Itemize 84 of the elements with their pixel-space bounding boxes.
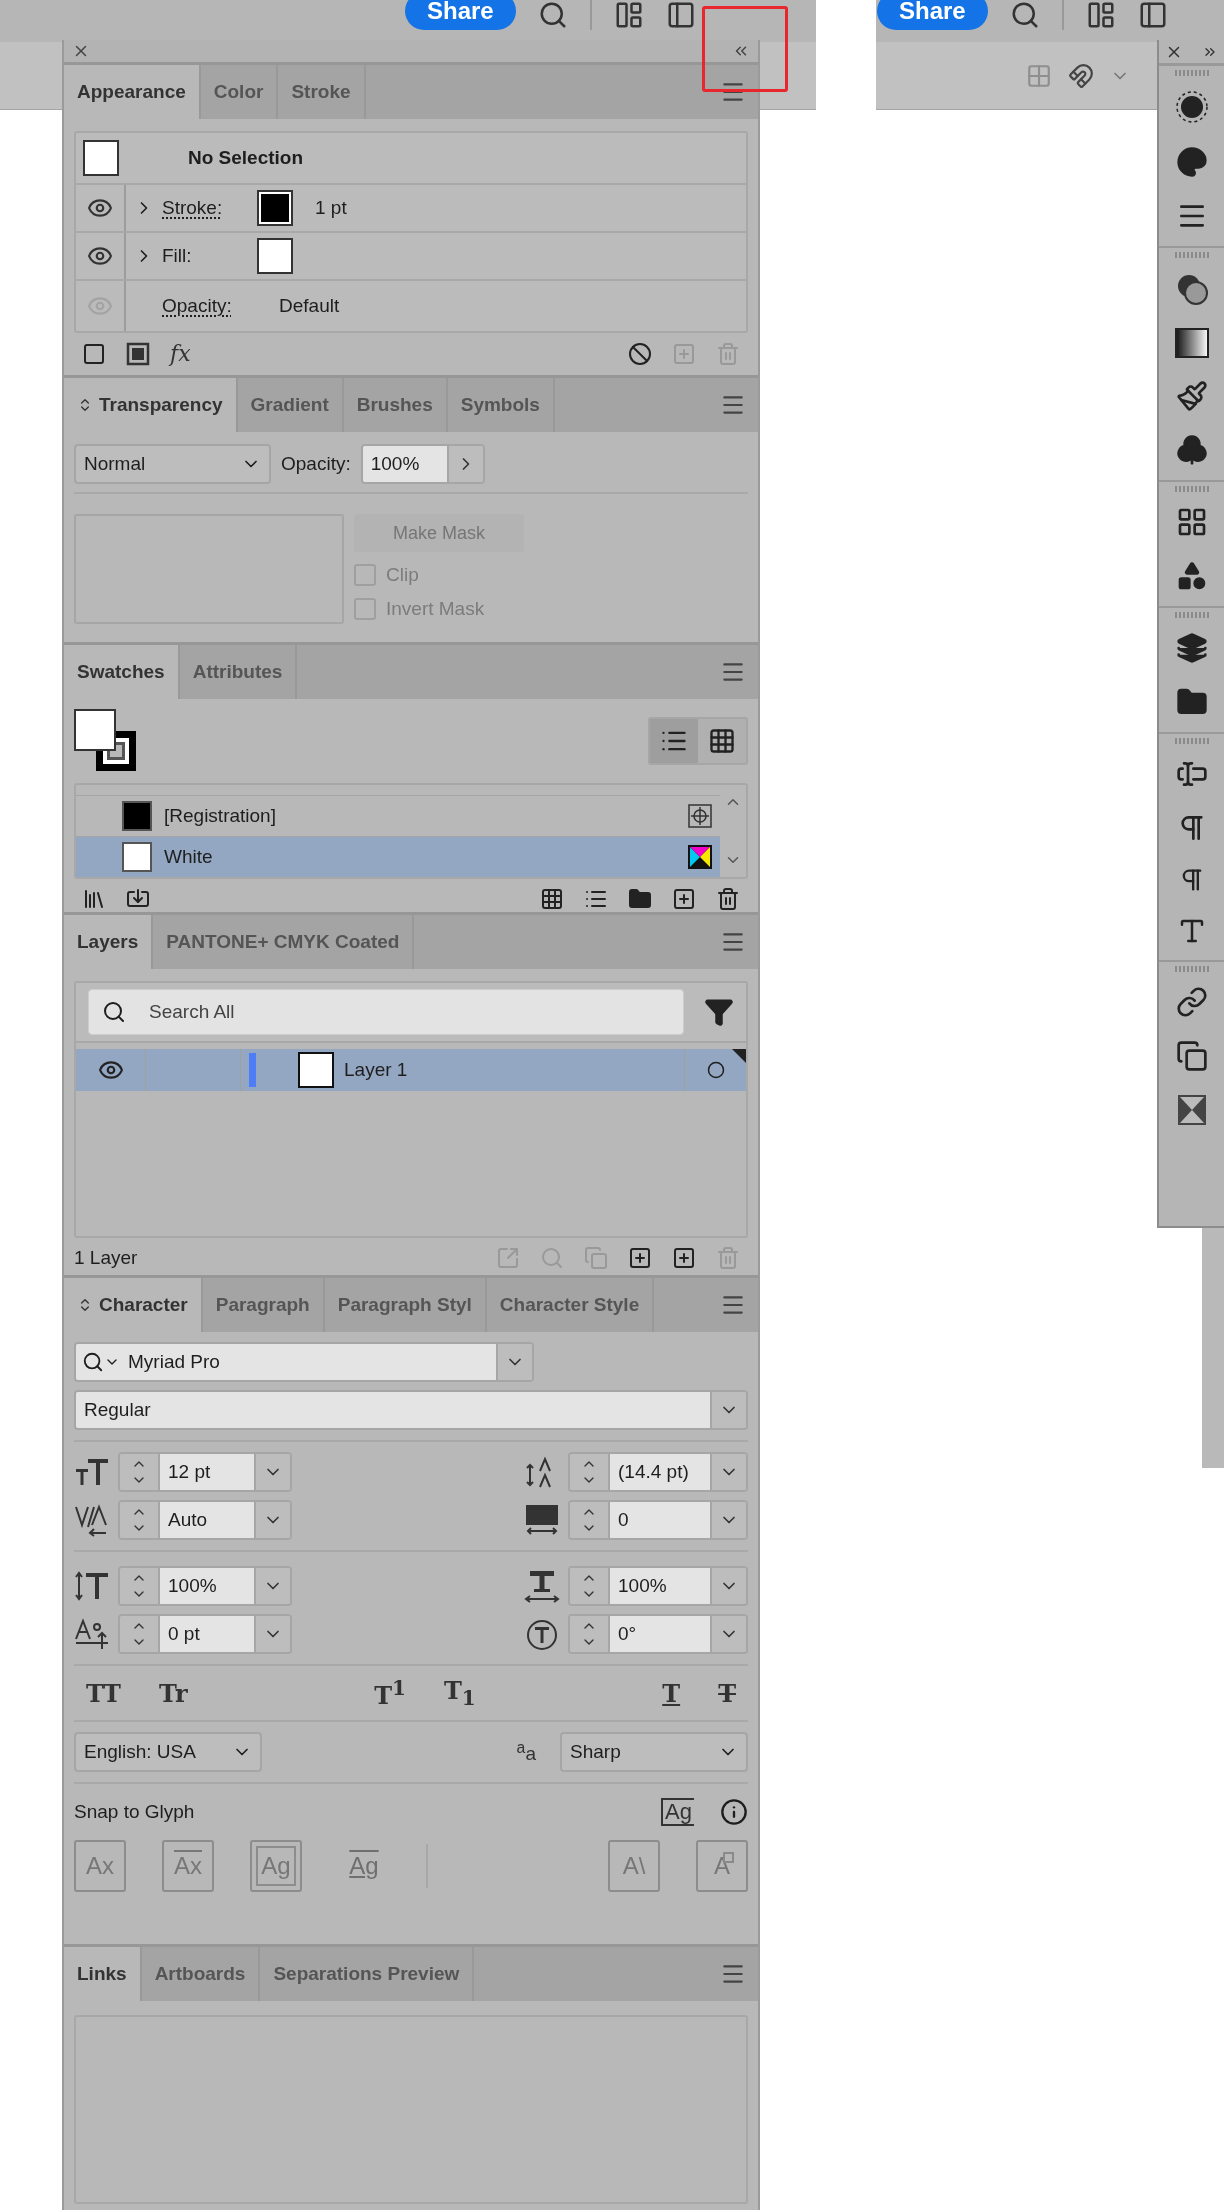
overlapping-squares-icon[interactable] bbox=[1175, 1040, 1208, 1072]
panel-tab[interactable]: Links bbox=[64, 1947, 142, 2001]
grip-handle[interactable] bbox=[1174, 486, 1209, 492]
panel-tab[interactable]: Transparency bbox=[64, 378, 238, 432]
selection-title: No Selection bbox=[188, 147, 304, 169]
attribute-value: 1 pt bbox=[315, 197, 347, 219]
layer-count: 1 Layer bbox=[74, 1247, 138, 1269]
checkbox-label: Clip bbox=[386, 564, 419, 586]
add-icon[interactable] bbox=[672, 1246, 696, 1270]
add-icon[interactable] bbox=[672, 887, 696, 911]
rotation-icon bbox=[524, 1617, 560, 1651]
swatch-name: [Registration] bbox=[164, 805, 276, 827]
layer-name: Layer 1 bbox=[344, 1059, 408, 1081]
scroll-bar[interactable] bbox=[1202, 1228, 1224, 1468]
grip-handle[interactable] bbox=[1174, 966, 1209, 972]
share-button[interactable]: Share bbox=[405, 0, 516, 30]
vertical-scale-icon bbox=[74, 1569, 110, 1603]
magnet-icon[interactable] bbox=[1068, 62, 1094, 89]
search-field[interactable]: Search All bbox=[88, 989, 684, 1035]
filter-icon[interactable] bbox=[704, 997, 734, 1027]
snap-to-glyph-label: Snap to Glyph bbox=[74, 1801, 195, 1824]
type-style-button[interactable]: Tr bbox=[154, 1676, 192, 1710]
layers-icon[interactable] bbox=[1175, 632, 1208, 664]
tracking-icon bbox=[524, 1503, 560, 1537]
checkbox-label: Invert Mask bbox=[386, 598, 485, 620]
anti-aliasing-label: $^{a}$a bbox=[516, 1738, 536, 1766]
type-style-button[interactable]: T bbox=[658, 1676, 685, 1710]
horizontal-scale-icon bbox=[524, 1569, 560, 1603]
opacity-label: Opacity: bbox=[281, 453, 351, 475]
info-icon[interactable] bbox=[720, 1798, 748, 1827]
grid-view-icon bbox=[708, 727, 736, 755]
effects-button[interactable]: fx bbox=[170, 341, 191, 366]
search-icon bbox=[102, 1000, 126, 1024]
layer-thumbnail bbox=[298, 1052, 334, 1088]
registration-mark-icon bbox=[688, 804, 712, 828]
swatch-name: White bbox=[164, 846, 213, 868]
prohibited-icon[interactable] bbox=[628, 341, 652, 366]
library-icon[interactable] bbox=[82, 887, 106, 911]
grip-handle[interactable] bbox=[1174, 612, 1209, 618]
attribute-label[interactable]: Fill: bbox=[162, 245, 257, 267]
swatch-row[interactable]: White bbox=[76, 836, 720, 877]
type-style-button[interactable]: T$^{1}$ bbox=[370, 1676, 410, 1710]
grip-handle[interactable] bbox=[1174, 738, 1209, 744]
attribute-label[interactable]: Stroke: bbox=[162, 197, 257, 219]
language-dropdown[interactable]: English: USA bbox=[74, 1732, 262, 1772]
club-icon[interactable] bbox=[1175, 434, 1208, 466]
snap-glyph-icon[interactable]: Ag bbox=[661, 1798, 694, 1827]
panel-tab[interactable]: Swatches bbox=[64, 645, 180, 699]
grip-handle[interactable] bbox=[1174, 70, 1209, 76]
gradient-square-icon[interactable] bbox=[1174, 328, 1209, 358]
link-icon[interactable] bbox=[1175, 986, 1208, 1018]
layer-row[interactable]: Layer 1 bbox=[76, 1049, 746, 1091]
blend-mode-dropdown[interactable]: Normal bbox=[74, 444, 271, 484]
palette-icon[interactable] bbox=[1175, 146, 1208, 178]
type-style-button[interactable]: TT bbox=[82, 1676, 125, 1710]
grip-handle[interactable] bbox=[1174, 252, 1209, 258]
attribute-value: Default bbox=[279, 295, 340, 317]
type-style-button[interactable]: T$_{1}$ bbox=[439, 1676, 480, 1710]
object-thumbnail bbox=[83, 140, 119, 176]
baseline-shift-icon bbox=[74, 1617, 110, 1651]
panel-tab[interactable]: Appearance bbox=[64, 65, 201, 119]
trash-icon[interactable] bbox=[716, 887, 740, 911]
selection-corner bbox=[732, 1049, 746, 1063]
dashed-circle-icon[interactable] bbox=[1174, 90, 1209, 124]
attribute-label[interactable]: Opacity: bbox=[162, 295, 257, 317]
grid-icon[interactable] bbox=[540, 887, 564, 911]
panel-tab[interactable]: Character bbox=[64, 1278, 203, 1332]
paintbrush-icon[interactable] bbox=[1175, 380, 1208, 412]
anti-aliasing-dropdown[interactable]: Sharp bbox=[560, 1732, 748, 1772]
folder-icon[interactable] bbox=[628, 887, 652, 911]
color-swatch[interactable] bbox=[257, 190, 293, 226]
panel-tab[interactable]: Layers bbox=[64, 915, 154, 969]
type-style-button[interactable]: T bbox=[714, 1676, 740, 1710]
filled-square-icon[interactable] bbox=[126, 341, 150, 366]
bowtie-square-icon[interactable] bbox=[1176, 1094, 1207, 1126]
fill-stroke-icon[interactable] bbox=[74, 709, 138, 773]
square-icon[interactable] bbox=[82, 341, 106, 366]
color-swatch[interactable] bbox=[257, 238, 293, 274]
target-circle-icon[interactable] bbox=[706, 1061, 725, 1079]
add-sublayer-icon[interactable] bbox=[628, 1246, 652, 1270]
share-button[interactable]: Share bbox=[877, 0, 988, 30]
view-toggle[interactable] bbox=[650, 719, 698, 763]
process-color-icon bbox=[688, 845, 712, 869]
kerning-icon bbox=[74, 1503, 110, 1537]
